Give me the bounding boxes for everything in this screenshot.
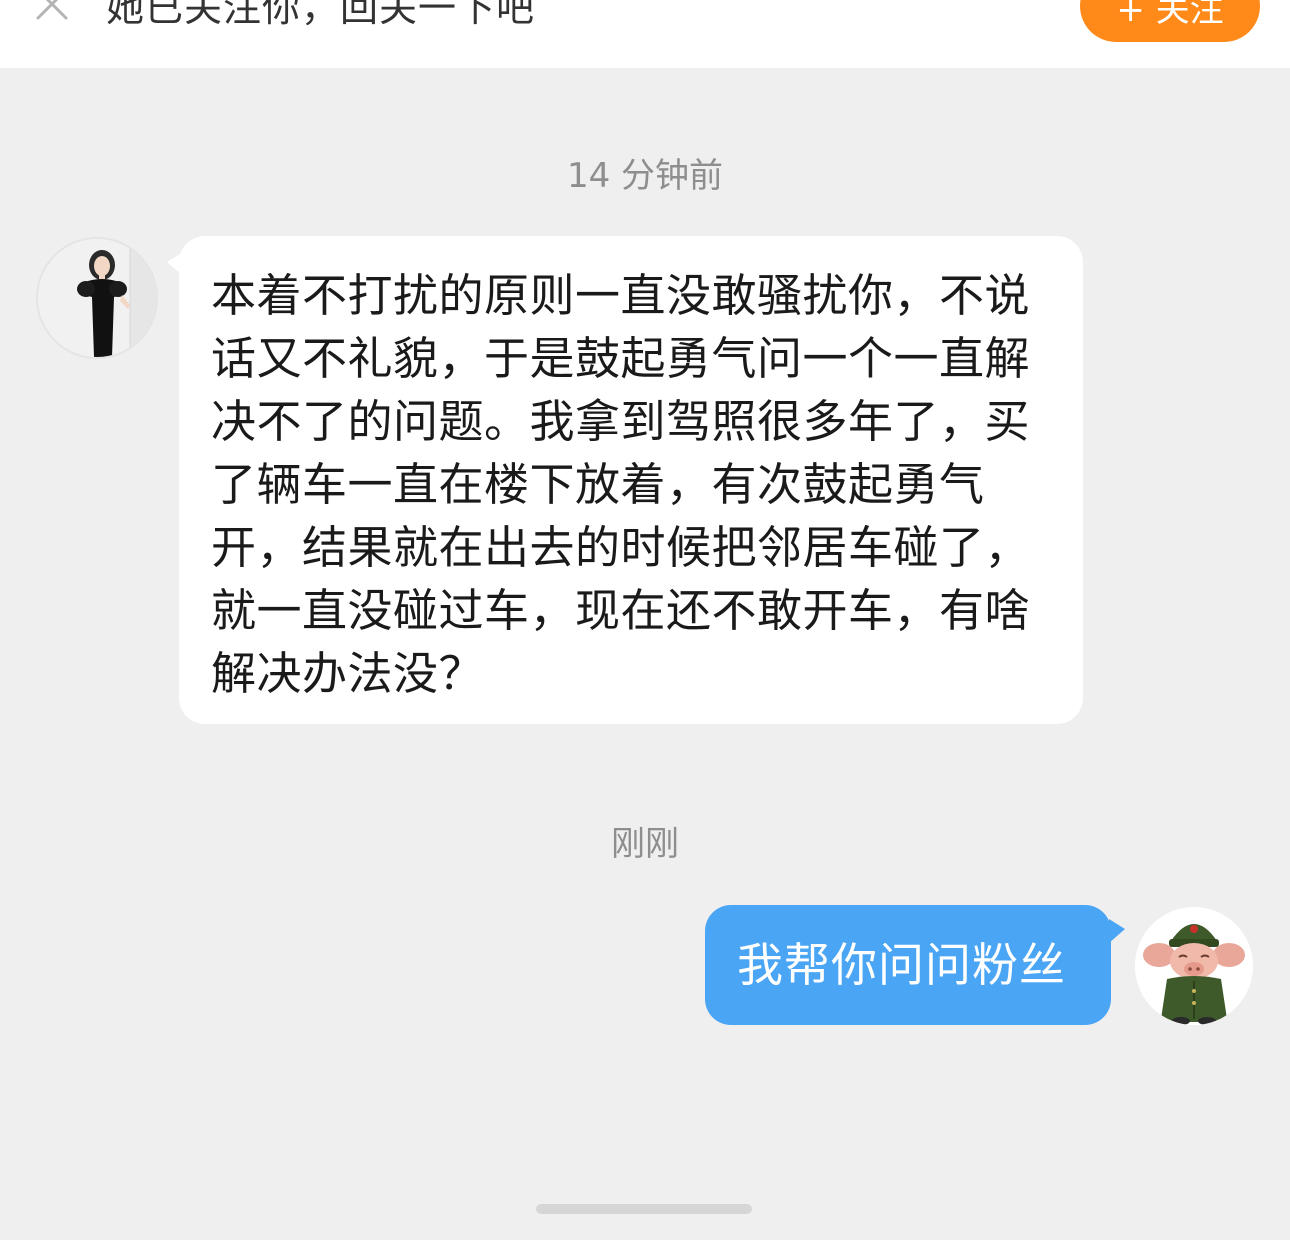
- message-timestamp: 14 分钟前: [566, 156, 724, 196]
- follow-back-banner: 她已关注你，回关一下吧 + 关注: [0, 0, 1290, 68]
- bubble-tail: [1109, 919, 1125, 943]
- home-indicator[interactable]: [536, 1204, 752, 1214]
- outgoing-message-bubble[interactable]: 我帮你问问粉丝: [705, 905, 1125, 1025]
- incoming-message-text: 本着不打扰的原则一直没敢骚扰你，不说话又不礼貌，于是鼓起勇气问一个一直解决不了的…: [211, 269, 1031, 700]
- follow-back-prompt: 她已关注你，回关一下吧: [106, 0, 536, 30]
- outgoing-message-text: 我帮你问问粉丝: [737, 938, 1066, 992]
- user-avatar[interactable]: [1135, 907, 1253, 1025]
- close-icon[interactable]: [34, 0, 70, 22]
- bubble-tail: [167, 252, 183, 276]
- incoming-message-bubble[interactable]: 本着不打扰的原则一直没敢骚扰你，不说话又不礼貌，于是鼓起勇气问一个一直解决不了的…: [167, 236, 1083, 724]
- follow-button[interactable]: + 关注: [1080, 0, 1260, 42]
- contact-avatar[interactable]: [36, 237, 158, 359]
- message-timestamp: 刚刚: [611, 824, 679, 864]
